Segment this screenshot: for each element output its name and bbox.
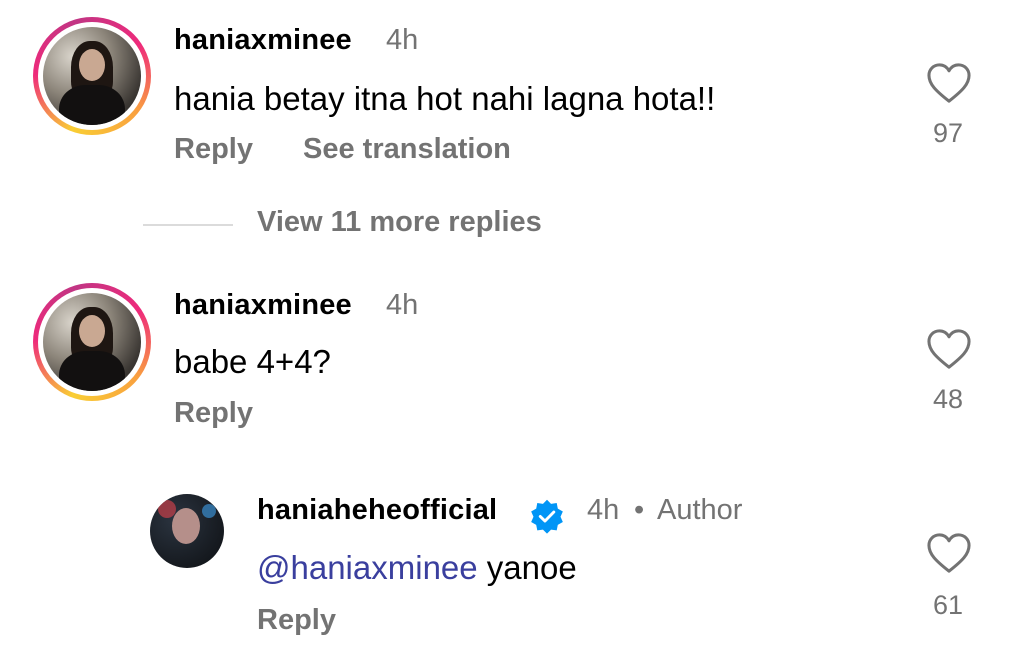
reply-like-count: 61 <box>932 590 964 620</box>
comment-1-like-heart-icon[interactable] <box>926 62 972 104</box>
reply-username[interactable]: haniaheheofficial <box>257 494 497 527</box>
reply-reply-button[interactable]: Reply <box>257 604 336 637</box>
avatar <box>43 27 141 125</box>
reply-separator: • <box>634 494 645 526</box>
author-label: Author <box>657 494 743 526</box>
comment-2-text: babe 4+4? <box>174 343 331 380</box>
comment-2-reply-button[interactable]: Reply <box>174 397 253 430</box>
reply-avatar[interactable] <box>150 494 224 568</box>
avatar <box>150 494 224 568</box>
comment-1-time: 4h <box>386 24 419 56</box>
story-ring <box>33 17 151 135</box>
replies-divider <box>143 224 233 226</box>
see-translation-button[interactable]: See translation <box>303 133 511 166</box>
reply-time: 4h <box>587 494 620 526</box>
comment-2-like-heart-icon[interactable] <box>926 328 972 370</box>
comment-1-username[interactable]: haniaxminee <box>174 24 352 57</box>
reply-body: yanoe <box>486 549 577 586</box>
comment-2-username[interactable]: haniaxminee <box>174 289 352 322</box>
story-ring <box>33 283 151 401</box>
comment-2-like-count: 48 <box>932 384 964 414</box>
comment-2-time: 4h <box>386 289 419 321</box>
reply-like-heart-icon[interactable] <box>926 532 972 574</box>
mention-link[interactable]: @haniaxminee <box>257 549 478 586</box>
verified-badge-icon <box>531 499 563 534</box>
view-more-replies-button[interactable]: View 11 more replies <box>257 206 542 239</box>
avatar <box>43 293 141 391</box>
reply-text: @haniaxminee yanoe <box>257 549 577 587</box>
comment-1-reply-button[interactable]: Reply <box>174 133 253 166</box>
comment-1-like-count: 97 <box>932 118 964 148</box>
comment-2-avatar[interactable] <box>33 283 151 401</box>
comment-1-text: hania betay itna hot nahi lagna hota!! <box>174 80 716 117</box>
comment-1-avatar[interactable] <box>33 17 151 135</box>
